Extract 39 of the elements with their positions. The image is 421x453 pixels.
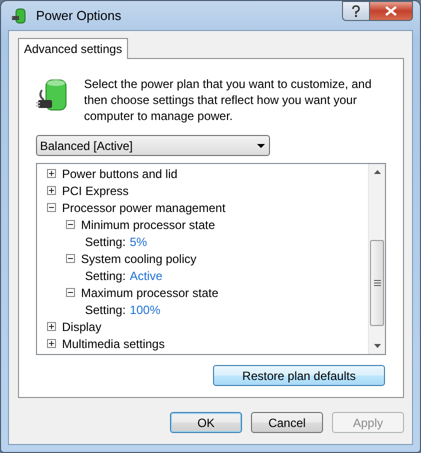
tab[interactable]: Advanced settings <box>18 38 128 59</box>
expand-icon[interactable] <box>47 339 56 348</box>
window-title: Power Options <box>36 8 122 23</box>
help-icon <box>351 5 361 17</box>
collapse-icon[interactable] <box>66 220 75 229</box>
grip-icon <box>374 280 380 286</box>
close-button[interactable] <box>370 1 413 21</box>
expand-icon[interactable] <box>47 322 56 331</box>
restore-defaults-button[interactable]: Restore plan defaults <box>213 365 385 386</box>
tree-item[interactable]: Display <box>62 320 102 334</box>
setting-value-link[interactable]: 100% <box>130 302 160 316</box>
tree-item[interactable]: Power buttons and lid <box>62 166 178 180</box>
help-button[interactable] <box>342 1 370 21</box>
tree-item[interactable]: Multimedia settings <box>62 336 165 350</box>
plan-dropdown[interactable]: Balanced [Active] <box>36 135 270 156</box>
setting-value-link[interactable]: Active <box>130 268 162 282</box>
close-icon <box>385 6 397 16</box>
collapse-icon[interactable] <box>47 203 56 212</box>
scrollbar[interactable] <box>368 164 385 354</box>
scroll-thumb[interactable] <box>370 240 384 326</box>
setting-value-link[interactable]: 5% <box>130 234 148 248</box>
setting-label: Setting: <box>85 302 126 316</box>
caret-icon <box>257 144 265 148</box>
expand-icon[interactable] <box>47 169 56 178</box>
dialog-button[interactable]: OK <box>170 412 242 433</box>
tree-item[interactable]: PCI Express <box>62 184 129 198</box>
description-text: Select the power plan that you want to customize, and then choose settings that reflect how you want your computer to manage power. <box>84 76 373 125</box>
scroll-up-icon <box>374 170 380 174</box>
setting-label: Setting: <box>85 234 126 248</box>
expand-icon[interactable] <box>47 186 56 195</box>
scroll-down-icon <box>374 344 380 348</box>
tree-item[interactable]: Processor power management <box>62 200 226 214</box>
collapse-icon[interactable] <box>66 288 75 297</box>
tree-item[interactable]: System cooling policy <box>81 252 196 266</box>
dialog-button[interactable]: Cancel <box>251 412 323 433</box>
tree-item[interactable]: Maximum processor state <box>81 286 218 300</box>
collapse-icon[interactable] <box>66 254 75 263</box>
tree-item[interactable]: Minimum processor state <box>81 218 216 232</box>
setting-label: Setting: <box>85 268 126 282</box>
